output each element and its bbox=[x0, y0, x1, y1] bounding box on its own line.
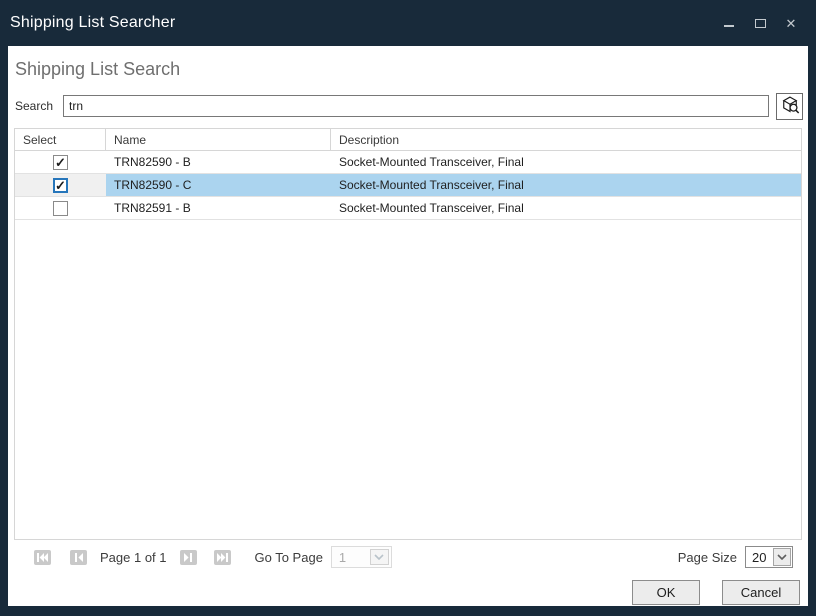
title-bar: Shipping List Searcher ✕ bbox=[0, 0, 816, 46]
column-header-select[interactable]: Select bbox=[15, 129, 106, 150]
row-checkbox[interactable]: ✓ bbox=[53, 155, 68, 170]
chevron-down-icon[interactable] bbox=[370, 549, 389, 565]
table-row[interactable]: ✓ TRN82590 - B Socket-Mounted Transceive… bbox=[15, 151, 801, 174]
maximize-button[interactable] bbox=[749, 12, 771, 34]
page-size-combobox[interactable]: 20 bbox=[745, 546, 793, 568]
go-to-page-input[interactable] bbox=[332, 550, 370, 565]
chevron-down-icon[interactable] bbox=[773, 548, 791, 566]
previous-page-button[interactable] bbox=[70, 550, 87, 565]
shipping-list-table: Select Name Description ✓ TRN82590 - B S… bbox=[14, 128, 802, 540]
cube-search-icon bbox=[780, 95, 800, 118]
column-header-name[interactable]: Name bbox=[106, 129, 331, 150]
window-title: Shipping List Searcher bbox=[10, 14, 175, 32]
dialog-content: Shipping List Search Search Select Name … bbox=[8, 46, 808, 606]
last-page-button[interactable] bbox=[214, 550, 231, 565]
previous-page-icon bbox=[75, 553, 83, 562]
description-cell: Socket-Mounted Transceiver, Final bbox=[331, 151, 801, 173]
close-button[interactable]: ✕ bbox=[780, 12, 802, 34]
select-cell bbox=[15, 197, 106, 219]
ok-button[interactable]: OK bbox=[632, 580, 700, 605]
page-size-value: 20 bbox=[746, 550, 766, 565]
pagination-bar: Page 1 of 1 Go To Page bbox=[14, 545, 802, 569]
name-cell: TRN82591 - B bbox=[106, 197, 331, 219]
first-page-button[interactable] bbox=[34, 550, 51, 565]
search-button[interactable] bbox=[776, 93, 803, 120]
select-cell: ✓ bbox=[15, 174, 106, 196]
page-title: Shipping List Search bbox=[15, 59, 180, 80]
go-to-page-combobox[interactable] bbox=[331, 546, 392, 568]
select-cell: ✓ bbox=[15, 151, 106, 173]
cancel-button[interactable]: Cancel bbox=[722, 580, 800, 605]
search-label: Search bbox=[15, 99, 53, 113]
description-cell: Socket-Mounted Transceiver, Final bbox=[331, 174, 801, 196]
next-page-button[interactable] bbox=[180, 550, 197, 565]
table-row[interactable]: TRN82591 - B Socket-Mounted Transceiver,… bbox=[15, 197, 801, 220]
search-row: Search bbox=[15, 92, 803, 120]
window-controls: ✕ bbox=[718, 0, 802, 46]
page-indicator: Page 1 of 1 bbox=[100, 550, 167, 565]
table-row[interactable]: ✓ TRN82590 - C Socket-Mounted Transceive… bbox=[15, 174, 801, 197]
table-header: Select Name Description bbox=[15, 129, 801, 151]
column-header-description[interactable]: Description bbox=[331, 129, 801, 150]
page-size-label: Page Size bbox=[678, 550, 737, 565]
name-cell: TRN82590 - C bbox=[106, 174, 331, 196]
row-checkbox[interactable]: ✓ bbox=[53, 178, 68, 193]
minimize-button[interactable] bbox=[718, 12, 740, 34]
next-page-icon bbox=[184, 553, 192, 562]
go-to-page-label: Go To Page bbox=[255, 550, 323, 565]
row-checkbox[interactable] bbox=[53, 201, 68, 216]
description-cell: Socket-Mounted Transceiver, Final bbox=[331, 197, 801, 219]
first-page-icon bbox=[37, 553, 48, 562]
search-input[interactable] bbox=[63, 95, 769, 117]
name-cell: TRN82590 - B bbox=[106, 151, 331, 173]
maximize-icon bbox=[755, 19, 766, 28]
last-page-icon bbox=[217, 553, 228, 562]
close-icon: ✕ bbox=[786, 17, 797, 30]
minimize-icon bbox=[724, 25, 734, 27]
